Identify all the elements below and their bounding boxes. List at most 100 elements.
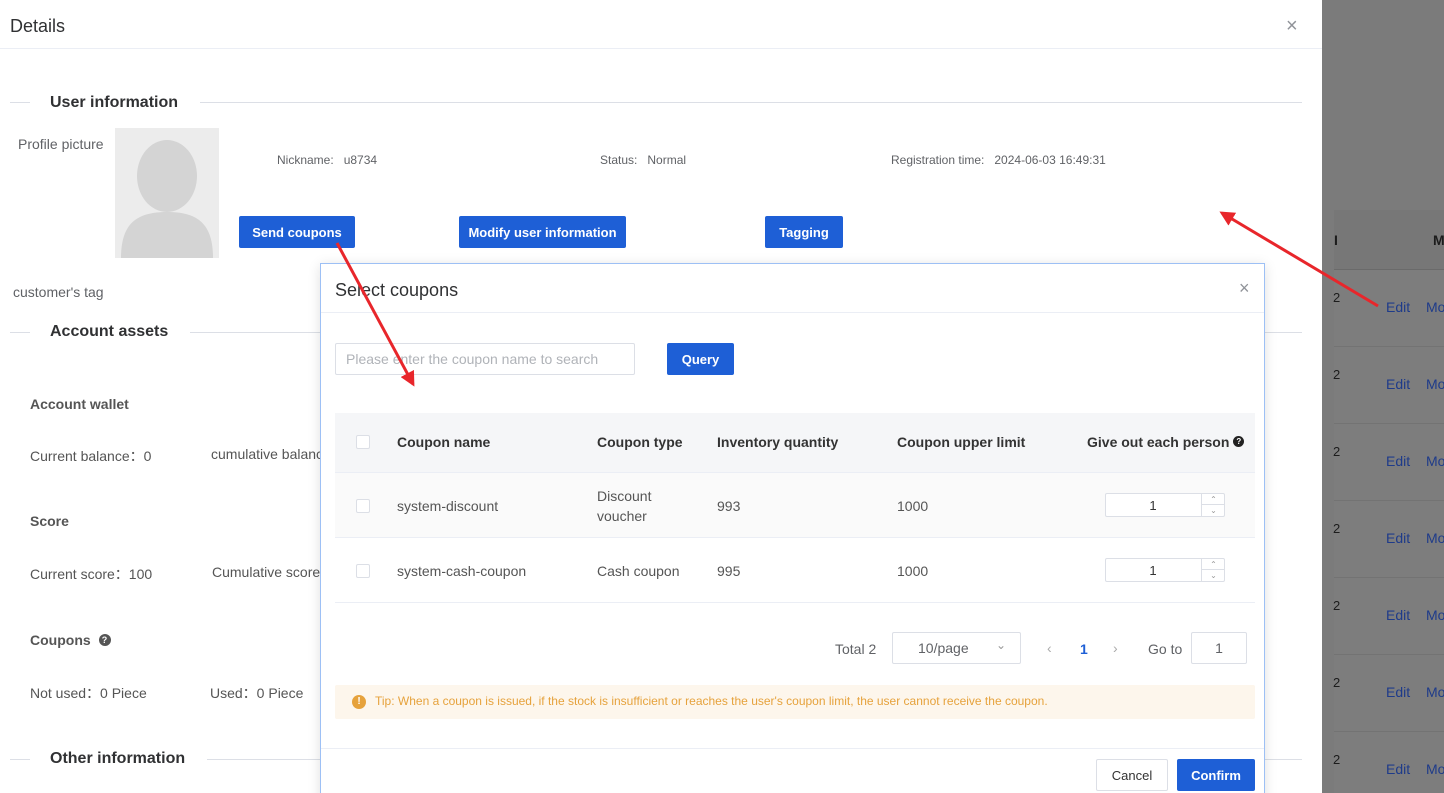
send-coupons-button[interactable]: Send coupons	[239, 216, 355, 248]
modify-user-info-button[interactable]: Modify user information	[459, 216, 626, 248]
coupons-title: Coupons ?	[30, 632, 111, 648]
drawer-header: Details ×	[0, 0, 1322, 49]
chevron-down-icon[interactable]: ⌄	[1202, 505, 1225, 516]
status-label: Status:	[600, 153, 638, 167]
page-size-select[interactable]: 10/page ⌄	[892, 632, 1021, 664]
chevron-down-icon: ⌄	[996, 638, 1007, 652]
warning-icon: !	[352, 695, 366, 709]
coupons-title-text: Coupons	[30, 632, 91, 648]
background-table-row: 2 Edit Mo	[1333, 578, 1444, 655]
section-title-user-info: User information	[50, 94, 179, 111]
select-coupons-dialog: Select coupons × Query Coupon name Coupo…	[320, 263, 1265, 793]
close-icon[interactable]: ×	[1286, 15, 1298, 38]
column-header-coupon-name: Coupon name	[397, 434, 491, 450]
chevron-left-icon[interactable]: ‹	[1047, 640, 1052, 656]
background-table-row: 2 Edit Mo	[1333, 732, 1444, 793]
cumulative-score: Cumulative score	[212, 564, 321, 580]
upper-limit-cell: 1000	[897, 563, 929, 579]
coupons-not-used: Not used：0 Piece	[30, 685, 147, 701]
goto-page-input[interactable]: 1	[1191, 632, 1247, 664]
background-header-col: M	[1433, 232, 1444, 248]
column-header-upper-limit: Coupon upper limit	[897, 434, 1026, 450]
nickname-field: Nickname: u8734	[277, 153, 377, 167]
help-icon[interactable]: ?	[98, 634, 111, 646]
avatar	[115, 128, 219, 258]
background-cell: 2	[1333, 290, 1341, 305]
tip-alert: ! Tip: When a coupon is issued, if the s…	[335, 685, 1255, 719]
registration-time-field: Registration time: 2024-06-03 16:49:31	[891, 153, 1106, 167]
goto-label: Go to	[1148, 641, 1183, 657]
status-field: Status: Normal	[600, 153, 686, 167]
quantity-stepper[interactable]: 1 ⌃ ⌄	[1105, 493, 1225, 517]
more-link[interactable]: Mo	[1426, 530, 1444, 546]
background-cell: 2	[1333, 752, 1341, 767]
column-header-give-out-each: Give out each person ?	[1087, 434, 1245, 450]
inventory-cell: 995	[717, 563, 741, 579]
avatar-placeholder-icon	[115, 128, 219, 258]
query-button[interactable]: Query	[667, 343, 734, 375]
coupon-type-cell: Discount	[597, 488, 652, 504]
coupon-type-cell: Cash coupon	[597, 563, 680, 579]
coupon-search-input[interactable]	[335, 343, 635, 375]
section-divider	[200, 102, 1302, 103]
column-header-coupon-type: Coupon type	[597, 434, 683, 450]
quantity-stepper[interactable]: 1 ⌃ ⌄	[1105, 558, 1225, 582]
more-link[interactable]: Mo	[1426, 376, 1444, 392]
section-divider	[10, 102, 30, 103]
tip-text: Tip: When a coupon is issued, if the sto…	[375, 694, 1048, 708]
background-cell: 2	[1333, 444, 1341, 459]
edit-link[interactable]: Edit	[1386, 376, 1410, 392]
current-score: Current score：100	[30, 566, 153, 582]
help-icon[interactable]: ?	[1233, 436, 1245, 447]
more-link[interactable]: Mo	[1426, 299, 1444, 315]
dialog-footer-divider	[321, 748, 1264, 749]
pagination-page[interactable]: 1	[1080, 641, 1088, 657]
more-link[interactable]: Mo	[1426, 453, 1444, 469]
section-title-other-info: Other information	[50, 750, 186, 767]
row-checkbox[interactable]	[356, 564, 370, 578]
cancel-button[interactable]: Cancel	[1096, 759, 1168, 791]
close-icon[interactable]: ×	[1239, 278, 1250, 299]
stepper-arrows: ⌃ ⌄	[1201, 559, 1225, 581]
coupons-used: Used：0 Piece	[210, 685, 304, 701]
edit-link[interactable]: Edit	[1386, 530, 1410, 546]
column-header-give-out-each-text: Give out each person	[1087, 434, 1230, 450]
tagging-button[interactable]: Tagging	[765, 216, 843, 248]
chevron-up-icon[interactable]: ⌃	[1202, 494, 1225, 505]
more-link[interactable]: Mo	[1426, 607, 1444, 623]
nickname-value: u8734	[343, 153, 378, 167]
background-cell: 2	[1333, 367, 1341, 382]
quantity-value[interactable]: 1	[1106, 563, 1200, 578]
edit-link[interactable]: Edit	[1386, 299, 1410, 315]
dialog-title: Select coupons	[335, 280, 459, 300]
profile-picture-label: Profile picture	[18, 136, 104, 152]
account-wallet-title: Account wallet	[30, 396, 129, 412]
edit-link[interactable]: Edit	[1386, 684, 1410, 700]
table-row: system-discount Discount voucher 993 100…	[335, 473, 1255, 538]
edit-link[interactable]: Edit	[1386, 453, 1410, 469]
background-cell: 2	[1333, 521, 1341, 536]
chevron-right-icon[interactable]: ›	[1113, 640, 1118, 656]
table-header: Coupon name Coupon type Inventory quanti…	[335, 413, 1255, 473]
row-checkbox[interactable]	[356, 499, 370, 513]
select-all-checkbox[interactable]	[356, 435, 370, 449]
registration-time-label: Registration time:	[891, 153, 985, 167]
drawer-title: Details	[10, 16, 66, 36]
background-header-col: I	[1334, 232, 1338, 248]
edit-link[interactable]: Edit	[1386, 761, 1410, 777]
more-link[interactable]: Mo	[1426, 684, 1444, 700]
page-size-value: 10/page	[918, 640, 969, 656]
background-table-row: 2 Edit Mo	[1333, 270, 1444, 347]
cumulative-balance: cumulative balanc	[211, 446, 324, 462]
quantity-value[interactable]: 1	[1106, 498, 1200, 513]
edit-link[interactable]: Edit	[1386, 607, 1410, 623]
confirm-button[interactable]: Confirm	[1177, 759, 1255, 791]
chevron-down-icon[interactable]: ⌄	[1202, 570, 1225, 581]
chevron-up-icon[interactable]: ⌃	[1202, 559, 1225, 570]
current-balance: Current balance：0	[30, 448, 152, 464]
coupon-name-cell: system-discount	[397, 498, 499, 514]
customer-tag-label: customer's tag	[13, 284, 104, 300]
more-link[interactable]: Mo	[1426, 761, 1444, 777]
pagination-total: Total 2	[835, 641, 877, 657]
stepper-arrows: ⌃ ⌄	[1201, 494, 1225, 516]
